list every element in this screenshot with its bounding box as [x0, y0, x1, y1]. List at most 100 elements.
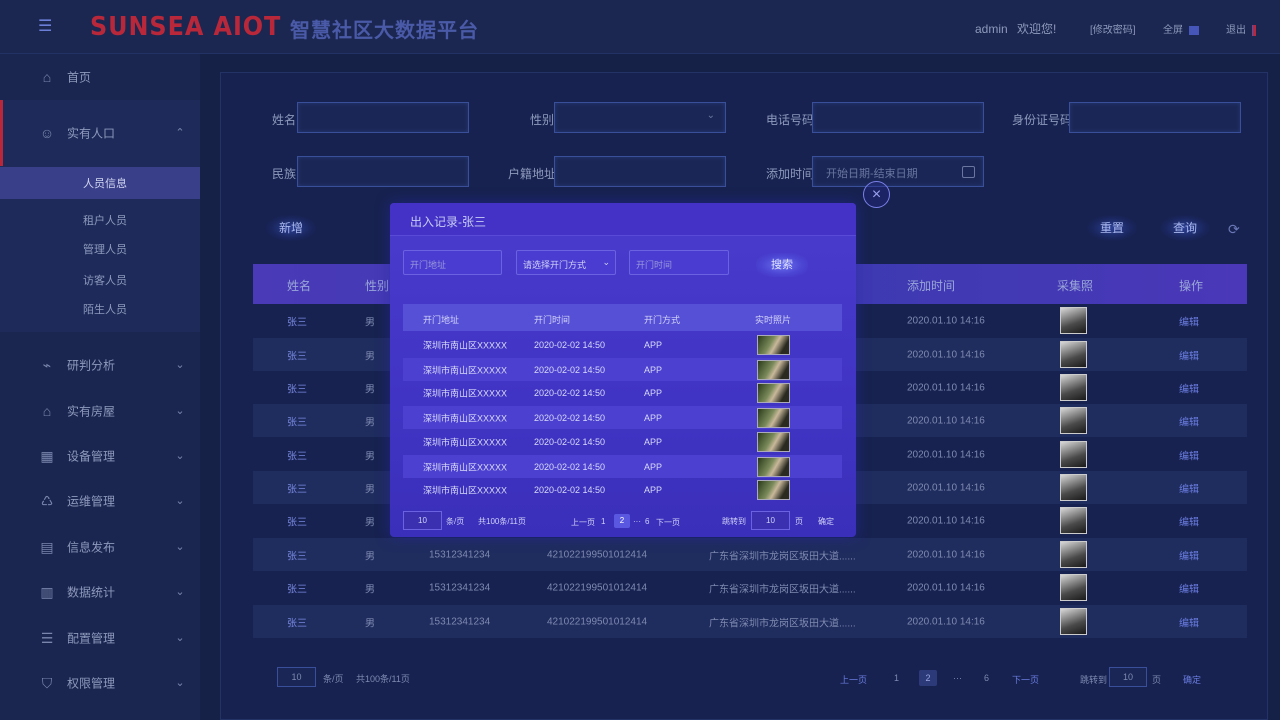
- modal-page-6-button[interactable]: 6: [645, 517, 649, 526]
- edit-button[interactable]: 编辑: [1179, 447, 1199, 462]
- sidebar-item-analysis[interactable]: ⌁ 研判分析 ⌄: [0, 342, 200, 387]
- modal-page-size-input[interactable]: 10: [403, 511, 442, 530]
- row-name[interactable]: 张三: [287, 513, 307, 528]
- captured-photo[interactable]: [1060, 507, 1087, 534]
- next-page-button[interactable]: 下一页: [1012, 673, 1039, 686]
- logout-button[interactable]: 退出: [1226, 21, 1256, 36]
- edit-button[interactable]: 编辑: [1179, 413, 1199, 428]
- page-2-button[interactable]: 2: [919, 670, 937, 686]
- captured-photo[interactable]: [1060, 407, 1087, 434]
- modal-page-1-button[interactable]: 1: [601, 517, 605, 526]
- sidebar-item-housing[interactable]: ⌂ 实有房屋 ⌄: [0, 388, 200, 433]
- sidebar-item-stats[interactable]: ▥ 数据统计 ⌄: [0, 569, 200, 614]
- modal-row-time: 2020-02-02 14:50: [534, 412, 606, 423]
- edit-button[interactable]: 编辑: [1179, 580, 1199, 595]
- modal-row-address: 深圳市南山区XXXXX: [423, 437, 508, 447]
- realtime-photo[interactable]: [757, 480, 790, 500]
- edit-button[interactable]: 编辑: [1179, 313, 1199, 328]
- gender-select[interactable]: ⌄: [554, 102, 726, 133]
- sidebar-subitem-label: 访客人员: [83, 275, 127, 287]
- captured-photo[interactable]: [1060, 608, 1087, 635]
- query-button[interactable]: 查询: [1160, 215, 1210, 241]
- door-method-select[interactable]: 请选择开门方式 ⌄: [516, 250, 616, 275]
- modal-jump-page-input[interactable]: 10: [751, 511, 790, 530]
- row-name[interactable]: 张三: [287, 547, 307, 562]
- row-name[interactable]: 张三: [287, 614, 307, 629]
- sidebar-subitem-person-info[interactable]: 人员信息: [0, 167, 200, 199]
- page-1-button[interactable]: 1: [894, 673, 899, 683]
- captured-photo[interactable]: [1060, 307, 1087, 334]
- row-gender: 男: [365, 584, 375, 595]
- welcome-text: 欢迎您!: [1017, 22, 1057, 36]
- captured-photo[interactable]: [1060, 374, 1087, 401]
- address-input[interactable]: [554, 156, 726, 187]
- captured-photo[interactable]: [1060, 341, 1087, 368]
- sidebar-item-label: 配置管理: [67, 631, 116, 645]
- modal-prev-page-button[interactable]: 上一页: [571, 517, 595, 528]
- username[interactable]: admin: [975, 22, 1008, 36]
- sidebar-subitem-managers[interactable]: 管理人员: [0, 234, 200, 264]
- row-name[interactable]: 张三: [287, 347, 307, 362]
- change-password-link[interactable]: [修改密码]: [1090, 21, 1136, 36]
- door-address-input[interactable]: 开门地址: [403, 250, 502, 275]
- row-name[interactable]: 张三: [287, 380, 307, 395]
- sidebar-item-publish[interactable]: ▤ 信息发布 ⌄: [0, 524, 200, 569]
- edit-button[interactable]: 编辑: [1179, 480, 1199, 495]
- modal-page-2-button[interactable]: 2: [614, 514, 630, 528]
- sidebar-item-devices[interactable]: ▦ 设备管理 ⌄: [0, 433, 200, 478]
- modal-per-page-label: 条/页: [446, 517, 465, 526]
- jump-confirm-button[interactable]: 确定: [1183, 673, 1201, 686]
- page-6-button[interactable]: 6: [984, 673, 989, 683]
- page-size-input[interactable]: 10: [277, 667, 316, 687]
- edit-button[interactable]: 编辑: [1179, 547, 1199, 562]
- realtime-photo[interactable]: [757, 432, 790, 452]
- captured-photo[interactable]: [1060, 541, 1087, 568]
- sidebar-item-ops[interactable]: ♺ 运维管理 ⌄: [0, 478, 200, 523]
- captured-photo[interactable]: [1060, 441, 1087, 468]
- edit-button[interactable]: 编辑: [1179, 347, 1199, 362]
- sidebar-subitem-strangers[interactable]: 陌生人员: [0, 294, 200, 324]
- sidebar-item-permissions[interactable]: ⛉ 权限管理 ⌄: [0, 660, 200, 705]
- modal-close-icon[interactable]: ×: [863, 181, 890, 208]
- edit-button[interactable]: 编辑: [1179, 380, 1199, 395]
- sidebar-item-config[interactable]: ☰ 配置管理 ⌄: [0, 615, 200, 660]
- edit-button[interactable]: 编辑: [1179, 513, 1199, 528]
- realtime-photo[interactable]: [757, 408, 790, 428]
- captured-photo[interactable]: [1060, 474, 1087, 501]
- modal-jump-confirm-button[interactable]: 确定: [818, 516, 834, 527]
- realtime-photo[interactable]: [757, 383, 790, 403]
- sidebar-subitem-tenants[interactable]: 租户人员: [0, 205, 200, 235]
- jump-page-input[interactable]: 10: [1109, 667, 1147, 687]
- modal-next-page-button[interactable]: 下一页: [656, 517, 680, 528]
- door-time-input[interactable]: 开门时间: [629, 250, 729, 275]
- add-button[interactable]: 新增: [266, 215, 316, 241]
- row-name[interactable]: 张三: [287, 480, 307, 495]
- fullscreen-button[interactable]: 全屏: [1163, 21, 1199, 36]
- realtime-photo[interactable]: [757, 335, 790, 355]
- realtime-photo[interactable]: [757, 457, 790, 477]
- prev-page-button[interactable]: 上一页: [840, 673, 867, 686]
- name-input[interactable]: [297, 102, 469, 133]
- chevron-down-icon: ⌄: [175, 631, 185, 644]
- captured-photo[interactable]: [1060, 574, 1087, 601]
- reset-button[interactable]: 重置: [1087, 215, 1137, 241]
- phone-input[interactable]: [812, 102, 984, 133]
- sidebar-item-population[interactable]: ☺ 实有人口 ⌃: [0, 110, 200, 155]
- id-input[interactable]: [1069, 102, 1241, 133]
- row-added-time: 2020.01.10 14:16: [907, 515, 985, 526]
- row-name[interactable]: 张三: [287, 313, 307, 328]
- date-range-input[interactable]: 开始日期-结束日期: [812, 156, 984, 187]
- row-name[interactable]: 张三: [287, 580, 307, 595]
- sidebar-subitem-visitors[interactable]: 访客人员: [0, 265, 200, 295]
- modal-row-address: 深圳市南山区XXXXX: [423, 388, 508, 398]
- edit-button[interactable]: 编辑: [1179, 614, 1199, 629]
- row-name[interactable]: 张三: [287, 413, 307, 428]
- realtime-photo[interactable]: [757, 360, 790, 380]
- refresh-icon[interactable]: ⟳: [1228, 222, 1242, 236]
- ethnicity-input[interactable]: [297, 156, 469, 187]
- row-name[interactable]: 张三: [287, 447, 307, 462]
- sidebar-item-home[interactable]: ⌂ 首页: [0, 54, 200, 99]
- total-label: 共100条/11页: [356, 674, 410, 684]
- menu-toggle-icon[interactable]: ☰: [38, 19, 56, 35]
- modal-search-button[interactable]: 搜索: [756, 253, 808, 277]
